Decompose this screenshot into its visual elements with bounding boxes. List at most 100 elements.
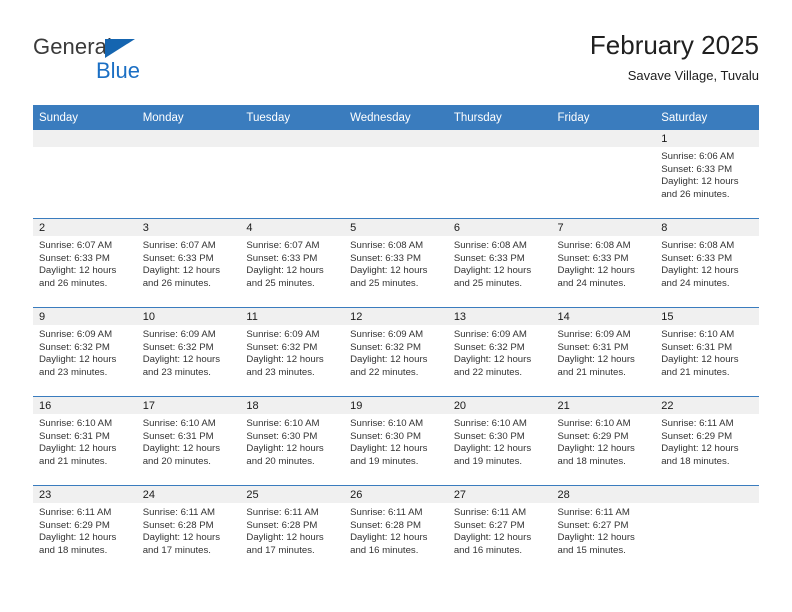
day-details: Sunrise: 6:09 AM Sunset: 6:32 PM Dayligh… <box>448 325 552 379</box>
daylight-text-line1: Daylight: 12 hours <box>453 532 532 544</box>
sunset-text: Sunset: 6:32 PM <box>39 341 110 353</box>
sunrise-text: Sunrise: 6:07 AM <box>246 240 320 251</box>
day-cell[interactable]: 9 Sunrise: 6:09 AM Sunset: 6:32 PM Dayli… <box>33 307 137 397</box>
sunset-text: Sunset: 6:31 PM <box>39 430 110 442</box>
sunrise-text: Sunrise: 6:06 AM <box>661 151 735 162</box>
day-details: Sunrise: 6:09 AM Sunset: 6:32 PM Dayligh… <box>137 325 241 379</box>
day-cell[interactable]: 22 Sunrise: 6:11 AM Sunset: 6:29 PM Dayl… <box>655 396 759 486</box>
weekday-header-row: Sunday Monday Tuesday Wednesday Thursday… <box>33 105 759 130</box>
day-cell[interactable]: 19 Sunrise: 6:10 AM Sunset: 6:30 PM Dayl… <box>344 396 448 486</box>
day-cell[interactable] <box>136 130 241 219</box>
day-cell[interactable]: 18 Sunrise: 6:10 AM Sunset: 6:30 PM Dayl… <box>240 396 345 486</box>
general-blue-logo[interactable]: General Blue <box>33 34 233 90</box>
day-number: 24 <box>136 486 241 503</box>
sunset-text: Sunset: 6:32 PM <box>453 341 525 353</box>
daylight-text-line1: Daylight: 12 hours <box>39 443 117 455</box>
day-cell[interactable]: 3 Sunrise: 6:07 AM Sunset: 6:33 PM Dayli… <box>136 218 241 308</box>
page-subtitle: Savave Village, Tuvalu <box>627 68 759 83</box>
day-details: Sunrise: 6:10 AM Sunset: 6:29 PM Dayligh… <box>552 414 656 468</box>
day-cell[interactable]: 21 Sunrise: 6:10 AM Sunset: 6:29 PM Dayl… <box>551 396 656 486</box>
sunset-text: Sunset: 6:28 PM <box>246 519 318 531</box>
day-number: 17 <box>136 397 241 414</box>
day-cell[interactable]: 12 Sunrise: 6:09 AM Sunset: 6:32 PM Dayl… <box>344 307 448 397</box>
page-title: February 2025 <box>589 30 759 60</box>
daylight-text-line2: and 16 minutes. <box>350 544 419 556</box>
daylight-text-line2: and 25 minutes. <box>453 277 523 289</box>
day-details: Sunrise: 6:07 AM Sunset: 6:33 PM Dayligh… <box>240 236 344 290</box>
day-cell[interactable]: 1 Sunrise: 6:06 AM Sunset: 6:33 PM Dayli… <box>655 130 759 219</box>
day-cell[interactable]: 23 Sunrise: 6:11 AM Sunset: 6:29 PM Dayl… <box>33 485 137 574</box>
sunrise-text: Sunrise: 6:09 AM <box>557 329 631 340</box>
day-cell[interactable]: 7 Sunrise: 6:08 AM Sunset: 6:33 PM Dayli… <box>551 218 656 308</box>
sunset-text: Sunset: 6:33 PM <box>661 252 733 264</box>
day-number: 23 <box>33 486 137 503</box>
day-details <box>448 147 552 151</box>
logo-text-blue: Blue <box>96 58 141 83</box>
title-block: February 2025 Savave Village, Tuvalu <box>590 28 759 86</box>
day-cell[interactable] <box>551 130 656 219</box>
sunrise-text: Sunrise: 6:09 AM <box>142 329 216 340</box>
sunrise-text: Sunrise: 6:07 AM <box>142 240 216 251</box>
day-cell[interactable]: 13 Sunrise: 6:09 AM Sunset: 6:32 PM Dayl… <box>447 307 552 397</box>
day-details: Sunrise: 6:08 AM Sunset: 6:33 PM Dayligh… <box>552 236 656 290</box>
day-cell[interactable]: 6 Sunrise: 6:08 AM Sunset: 6:33 PM Dayli… <box>447 218 552 308</box>
day-details: Sunrise: 6:06 AM Sunset: 6:33 PM Dayligh… <box>655 147 759 201</box>
sunrise-text: Sunrise: 6:10 AM <box>453 418 527 429</box>
weekday-header-sunday: Sunday <box>33 105 137 130</box>
day-cell[interactable] <box>33 130 137 219</box>
day-details: Sunrise: 6:08 AM Sunset: 6:33 PM Dayligh… <box>344 236 448 290</box>
day-cell[interactable]: 20 Sunrise: 6:10 AM Sunset: 6:30 PM Dayl… <box>447 396 552 486</box>
day-cell[interactable] <box>655 485 759 574</box>
sunset-text: Sunset: 6:29 PM <box>39 519 110 531</box>
day-cell[interactable]: 15 Sunrise: 6:10 AM Sunset: 6:31 PM Dayl… <box>655 307 759 397</box>
day-details: Sunrise: 6:11 AM Sunset: 6:28 PM Dayligh… <box>344 503 448 557</box>
daylight-text-line1: Daylight: 12 hours <box>661 265 739 277</box>
day-number: 28 <box>551 486 656 503</box>
day-details: Sunrise: 6:10 AM Sunset: 6:30 PM Dayligh… <box>240 414 344 468</box>
weekday-header-wednesday: Wednesday <box>344 105 448 130</box>
sunrise-text: Sunrise: 6:11 AM <box>39 507 112 518</box>
day-cell[interactable]: 2 Sunrise: 6:07 AM Sunset: 6:33 PM Dayli… <box>33 218 137 308</box>
day-details: Sunrise: 6:10 AM Sunset: 6:31 PM Dayligh… <box>137 414 241 468</box>
sunrise-text: Sunrise: 6:10 AM <box>142 418 216 429</box>
day-cell[interactable]: 10 Sunrise: 6:09 AM Sunset: 6:32 PM Dayl… <box>136 307 241 397</box>
day-cell[interactable]: 5 Sunrise: 6:08 AM Sunset: 6:33 PM Dayli… <box>344 218 448 308</box>
day-cell[interactable] <box>240 130 345 219</box>
day-cell[interactable]: 4 Sunrise: 6:07 AM Sunset: 6:33 PM Dayli… <box>240 218 345 308</box>
day-number: 25 <box>240 486 345 503</box>
day-cell[interactable]: 14 Sunrise: 6:09 AM Sunset: 6:31 PM Dayl… <box>551 307 656 397</box>
day-cell[interactable] <box>344 130 448 219</box>
week-row: 9 Sunrise: 6:09 AM Sunset: 6:32 PM Dayli… <box>33 307 759 397</box>
day-details: Sunrise: 6:10 AM Sunset: 6:30 PM Dayligh… <box>448 414 552 468</box>
sunset-text: Sunset: 6:30 PM <box>350 430 422 442</box>
day-number: 16 <box>33 397 137 414</box>
day-cell[interactable]: 24 Sunrise: 6:11 AM Sunset: 6:28 PM Dayl… <box>136 485 241 574</box>
day-number: 2 <box>33 219 137 236</box>
sunset-text: Sunset: 6:33 PM <box>557 252 629 264</box>
sunset-text: Sunset: 6:32 PM <box>246 341 318 353</box>
day-details: Sunrise: 6:11 AM Sunset: 6:29 PM Dayligh… <box>655 414 759 468</box>
calendar-grid: Sunday Monday Tuesday Wednesday Thursday… <box>33 105 759 574</box>
day-cell[interactable]: 25 Sunrise: 6:11 AM Sunset: 6:28 PM Dayl… <box>240 485 345 574</box>
day-cell[interactable]: 17 Sunrise: 6:10 AM Sunset: 6:31 PM Dayl… <box>136 396 241 486</box>
day-cell[interactable]: 8 Sunrise: 6:08 AM Sunset: 6:33 PM Dayli… <box>655 218 759 308</box>
daylight-text-line2: and 17 minutes. <box>142 544 211 556</box>
day-number: 10 <box>136 308 241 325</box>
sunrise-text: Sunrise: 6:08 AM <box>453 240 527 251</box>
daylight-text-line1: Daylight: 12 hours <box>142 354 221 366</box>
daylight-text-line1: Daylight: 12 hours <box>453 265 532 277</box>
sunset-text: Sunset: 6:28 PM <box>142 519 214 531</box>
day-cell[interactable]: 16 Sunrise: 6:10 AM Sunset: 6:31 PM Dayl… <box>33 396 137 486</box>
daylight-text-line2: and 23 minutes. <box>39 366 108 378</box>
day-details: Sunrise: 6:08 AM Sunset: 6:33 PM Dayligh… <box>448 236 552 290</box>
day-cell[interactable] <box>447 130 552 219</box>
day-cell[interactable]: 26 Sunrise: 6:11 AM Sunset: 6:28 PM Dayl… <box>344 485 448 574</box>
week-row: 1 Sunrise: 6:06 AM Sunset: 6:33 PM Dayli… <box>33 130 759 219</box>
day-cell[interactable]: 11 Sunrise: 6:09 AM Sunset: 6:32 PM Dayl… <box>240 307 345 397</box>
day-cell[interactable]: 27 Sunrise: 6:11 AM Sunset: 6:27 PM Dayl… <box>447 485 552 574</box>
day-cell[interactable]: 28 Sunrise: 6:11 AM Sunset: 6:27 PM Dayl… <box>551 485 656 574</box>
daylight-text-line2: and 26 minutes. <box>142 277 211 289</box>
weekday-header-tuesday: Tuesday <box>240 105 345 130</box>
daylight-text-line2: and 26 minutes. <box>39 277 108 289</box>
day-number: 11 <box>240 308 345 325</box>
